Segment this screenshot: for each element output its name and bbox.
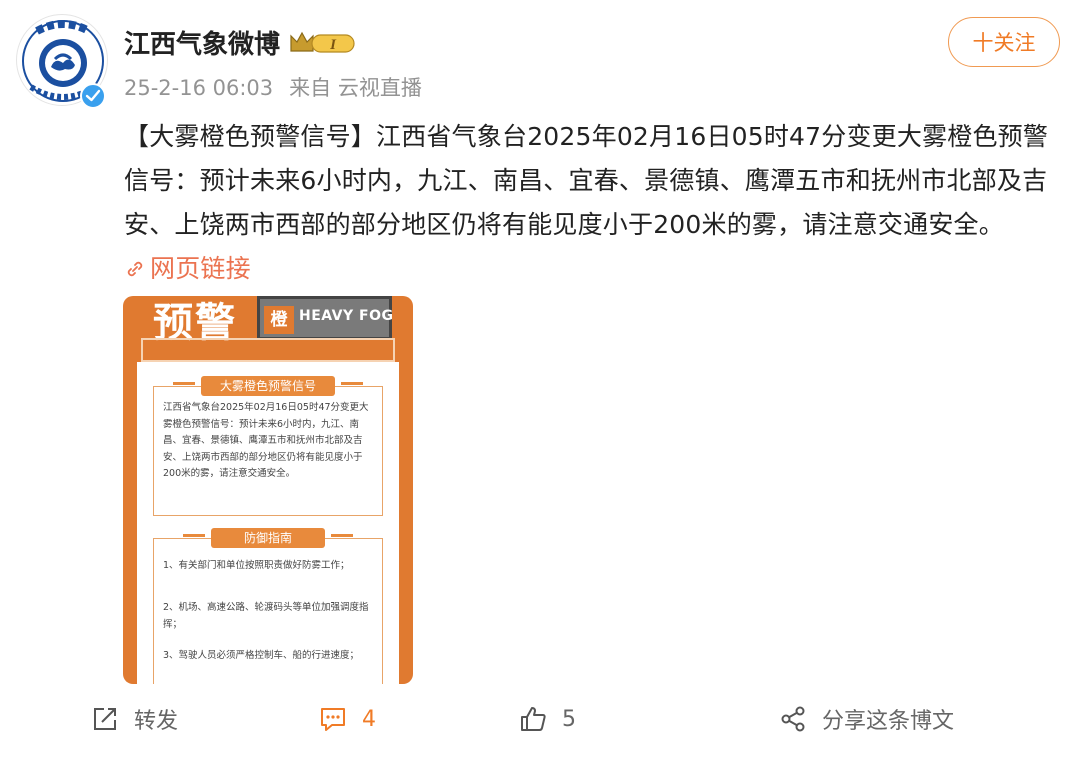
member-crown-badge-icon[interactable]: I [288, 28, 356, 58]
repost-button[interactable]: 转发 [90, 695, 178, 743]
post-meta: 25-2-16 06:03 来自 云视直播 [124, 72, 422, 102]
thumbs-up-icon [521, 707, 546, 731]
source-prefix: 来自 [289, 76, 332, 100]
verified-badge-icon [80, 83, 106, 109]
post-timestamp[interactable]: 25-2-16 06:03 [124, 76, 273, 100]
poster-tag-text: HEAVY FOG [299, 308, 394, 324]
comment-count: 4 [362, 706, 376, 732]
repost-label: 转发 [134, 709, 179, 734]
share-icon [781, 706, 805, 732]
share-button[interactable]: 分享这条博文 [778, 695, 954, 743]
poster-band [141, 338, 395, 362]
web-link[interactable]: 网页链接 [124, 254, 251, 283]
repost-icon [94, 708, 116, 730]
warning-poster-image[interactable]: 预警 橙 HEAVY FOG 大雾橙色预警信号 江西省气象台2025年02月16… [123, 296, 413, 684]
weibo-post: 江西气象微博 I 25-2-16 06:03 来自 云视直播 十关注 【大雾橙色预… [0, 0, 1080, 760]
post-source: 云视直播 [337, 76, 422, 100]
poster-section2-title: 防御指南 [211, 528, 325, 548]
like-button[interactable]: 5 [518, 695, 576, 743]
poster-guide-item: 3、驾驶人员必须严格控制车、船的行进速度； [163, 650, 360, 661]
username[interactable]: 江西气象微博 [124, 24, 280, 61]
poster-guide-item: 2、机场、高速公路、轮渡码头等单位加强调度指挥； [163, 602, 369, 630]
poster-deco-line [331, 534, 353, 537]
like-count: 5 [562, 706, 576, 732]
poster-guide-item: 1、有关部门和单位按照职责做好防雾工作； [163, 560, 350, 571]
poster-deco-line [341, 382, 363, 385]
web-link-label: 网页链接 [150, 254, 251, 283]
post-body: 【大雾橙色预警信号】江西省气象台2025年02月16日05时47分变更大雾橙色预… [124, 122, 1049, 239]
comment-icon [321, 708, 345, 731]
link-icon [127, 261, 143, 277]
comment-button[interactable]: 4 [318, 695, 376, 743]
poster-section1-body: 江西省气象台2025年02月16日05时47分变更大雾橙色预警信号：预计未来6小… [163, 402, 369, 479]
poster-deco-line [173, 382, 195, 385]
share-label: 分享这条博文 [822, 709, 955, 734]
svg-text:I: I [329, 37, 337, 53]
post-text: 【大雾橙色预警信号】江西省气象台2025年02月16日05时47分变更大雾橙色预… [124, 115, 1054, 291]
action-bar: 转发 4 5 分享这条博文 [0, 695, 1080, 743]
follow-button[interactable]: 十关注 [948, 17, 1060, 67]
poster-section1-title: 大雾橙色预警信号 [201, 376, 335, 396]
poster-deco-line [183, 534, 205, 537]
poster-tag-char: 橙 [264, 306, 294, 334]
